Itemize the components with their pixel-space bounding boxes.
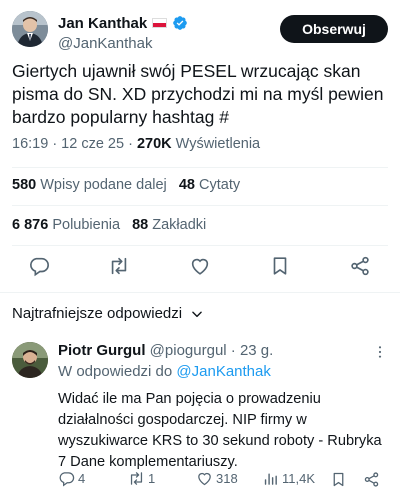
share-icon[interactable] <box>349 255 371 277</box>
divider <box>0 292 400 293</box>
poland-flag-icon <box>152 18 168 28</box>
share-icon[interactable] <box>363 471 380 488</box>
bookmarks-stat[interactable]: 88 Zakładki <box>132 217 206 233</box>
reply-age: · 23 g. <box>226 342 274 359</box>
reply-header: Piotr Gurgul @piogurgul · 23 g. <box>58 342 388 361</box>
author-block: Jan Kanthak @JanKanthak <box>58 14 188 52</box>
reply-views-count: 11,4K <box>282 471 316 486</box>
bookmark-icon[interactable] <box>269 255 291 277</box>
reply-avatar[interactable] <box>12 342 48 378</box>
divider <box>12 167 388 168</box>
views-label: Wyświetlenia <box>175 136 261 152</box>
reply-to-label: W odpowiedzi do <box>58 363 177 380</box>
reply-reposts-count: 1 <box>148 471 156 486</box>
reply-author-handle[interactable]: @piogurgul <box>150 342 227 359</box>
follow-button[interactable]: Obserwuj <box>280 15 388 43</box>
more-options-icon[interactable] <box>372 344 388 360</box>
reposts-stat[interactable]: 580 Wpisy podane dalej <box>12 177 167 193</box>
bookmark-icon[interactable] <box>330 471 347 488</box>
tweet-meta: 16:19 · 12 cze 25 · 270K Wyświetlenia <box>12 136 260 152</box>
reply-likes-count: 318 <box>216 471 238 486</box>
quotes-label: Cytaty <box>199 177 241 193</box>
reply-icon <box>59 472 75 487</box>
tweet-actions <box>0 255 400 281</box>
reply-text: Widać ile ma Pan pojęcia o prowadzeniu d… <box>58 391 382 470</box>
heart-icon[interactable] <box>189 255 211 277</box>
author-handle[interactable]: @JanKanthak <box>58 35 188 52</box>
reply-icon[interactable] <box>28 255 50 277</box>
repost-icon <box>130 472 143 485</box>
tweet-time[interactable]: 16:19 · 12 cze 25 · <box>12 136 137 152</box>
reply-body: Piotr Gurgul @piogurgul · 23 g. W odpowi… <box>58 342 388 473</box>
likes-stat[interactable]: 6 876 Polubienia <box>12 217 120 233</box>
chevron-down-icon <box>192 311 202 317</box>
author-name[interactable]: Jan Kanthak <box>58 15 147 32</box>
verified-badge-icon <box>173 16 188 30</box>
reply-like-button[interactable]: 318 <box>196 470 238 487</box>
replies-sort-dropdown[interactable]: Najtrafniejsze odpowiedzi <box>12 305 204 322</box>
bookmarks-label: Zakładki <box>152 217 207 233</box>
reposts-count: 580 <box>12 177 37 193</box>
views-count: 270K <box>136 136 172 152</box>
quotes-stat[interactable]: 48 Cytaty <box>179 177 240 193</box>
tweet-text: Giertych ujawnił swój PESEL wrzucając sk… <box>12 61 384 127</box>
heart-icon <box>198 472 211 486</box>
reply-replies-count: 4 <box>78 471 86 486</box>
reply-to-mention[interactable]: @JanKanthak <box>176 363 270 380</box>
likes-label: Polubienia <box>52 217 121 233</box>
replies-sort-label: Najtrafniejsze odpowiedzi <box>12 305 183 322</box>
tweet-header: Jan Kanthak @JanKanthak Obserwuj <box>12 11 388 53</box>
like-stats: 6 876 Polubienia 88 Zakładki <box>12 217 206 233</box>
reply-views-button[interactable]: 11,4K <box>262 470 315 487</box>
repost-stats: 580 Wpisy podane dalej 48 Cytaty <box>12 177 240 193</box>
bookmarks-count: 88 <box>132 217 149 233</box>
reply-reply-button[interactable]: 4 <box>58 470 85 487</box>
repost-icon[interactable] <box>108 255 130 277</box>
reply-repost-button[interactable]: 1 <box>128 470 155 487</box>
views-icon <box>264 473 277 485</box>
divider <box>12 205 388 206</box>
reply-author-name[interactable]: Piotr Gurgul <box>58 342 146 359</box>
reply-actions: 4 1 318 11,4K <box>58 470 388 490</box>
author-avatar[interactable] <box>12 11 48 47</box>
divider <box>12 245 388 246</box>
reposts-label: Wpisy podane dalej <box>40 177 167 193</box>
quotes-count: 48 <box>178 177 195 193</box>
reply-to-line: W odpowiedzi do @JanKanthak <box>58 363 388 383</box>
likes-count: 6 876 <box>12 217 49 233</box>
